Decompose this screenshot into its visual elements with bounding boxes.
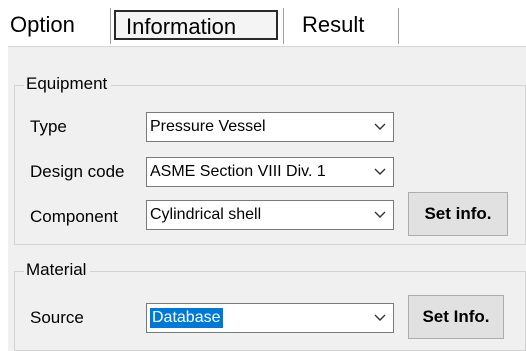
chevron-down-icon[interactable] bbox=[371, 113, 389, 141]
component-select[interactable]: Cylindrical shell bbox=[146, 200, 394, 230]
tab-option[interactable]: Option bbox=[8, 10, 108, 40]
chevron-down-icon[interactable] bbox=[371, 158, 389, 186]
source-select[interactable]: Database bbox=[146, 303, 394, 333]
type-select[interactable]: Pressure Vessel bbox=[146, 112, 394, 142]
material-set-info-button[interactable]: Set Info. bbox=[408, 295, 504, 339]
component-select-value: Cylindrical shell bbox=[150, 206, 262, 223]
component-label: Component bbox=[30, 207, 118, 226]
tab-separator bbox=[110, 8, 111, 44]
tab-result[interactable]: Result bbox=[288, 10, 398, 40]
tab-separator bbox=[283, 8, 284, 44]
chevron-down-icon[interactable] bbox=[371, 304, 389, 332]
design-code-label: Design code bbox=[30, 162, 125, 181]
chevron-down-icon[interactable] bbox=[371, 201, 389, 229]
equipment-group-title: Equipment bbox=[24, 74, 112, 94]
type-select-value: Pressure Vessel bbox=[150, 118, 266, 135]
tab-information[interactable]: Information bbox=[114, 10, 278, 40]
source-label: Source bbox=[30, 308, 84, 327]
material-group-title: Material bbox=[24, 260, 91, 280]
equipment-set-info-button[interactable]: Set info. bbox=[408, 192, 508, 236]
design-code-select[interactable]: ASME Section VIII Div. 1 bbox=[146, 157, 394, 187]
design-code-select-value: ASME Section VIII Div. 1 bbox=[150, 163, 326, 180]
source-select-value: Database bbox=[150, 308, 223, 328]
tab-separator bbox=[398, 8, 399, 44]
type-label: Type bbox=[30, 117, 67, 136]
